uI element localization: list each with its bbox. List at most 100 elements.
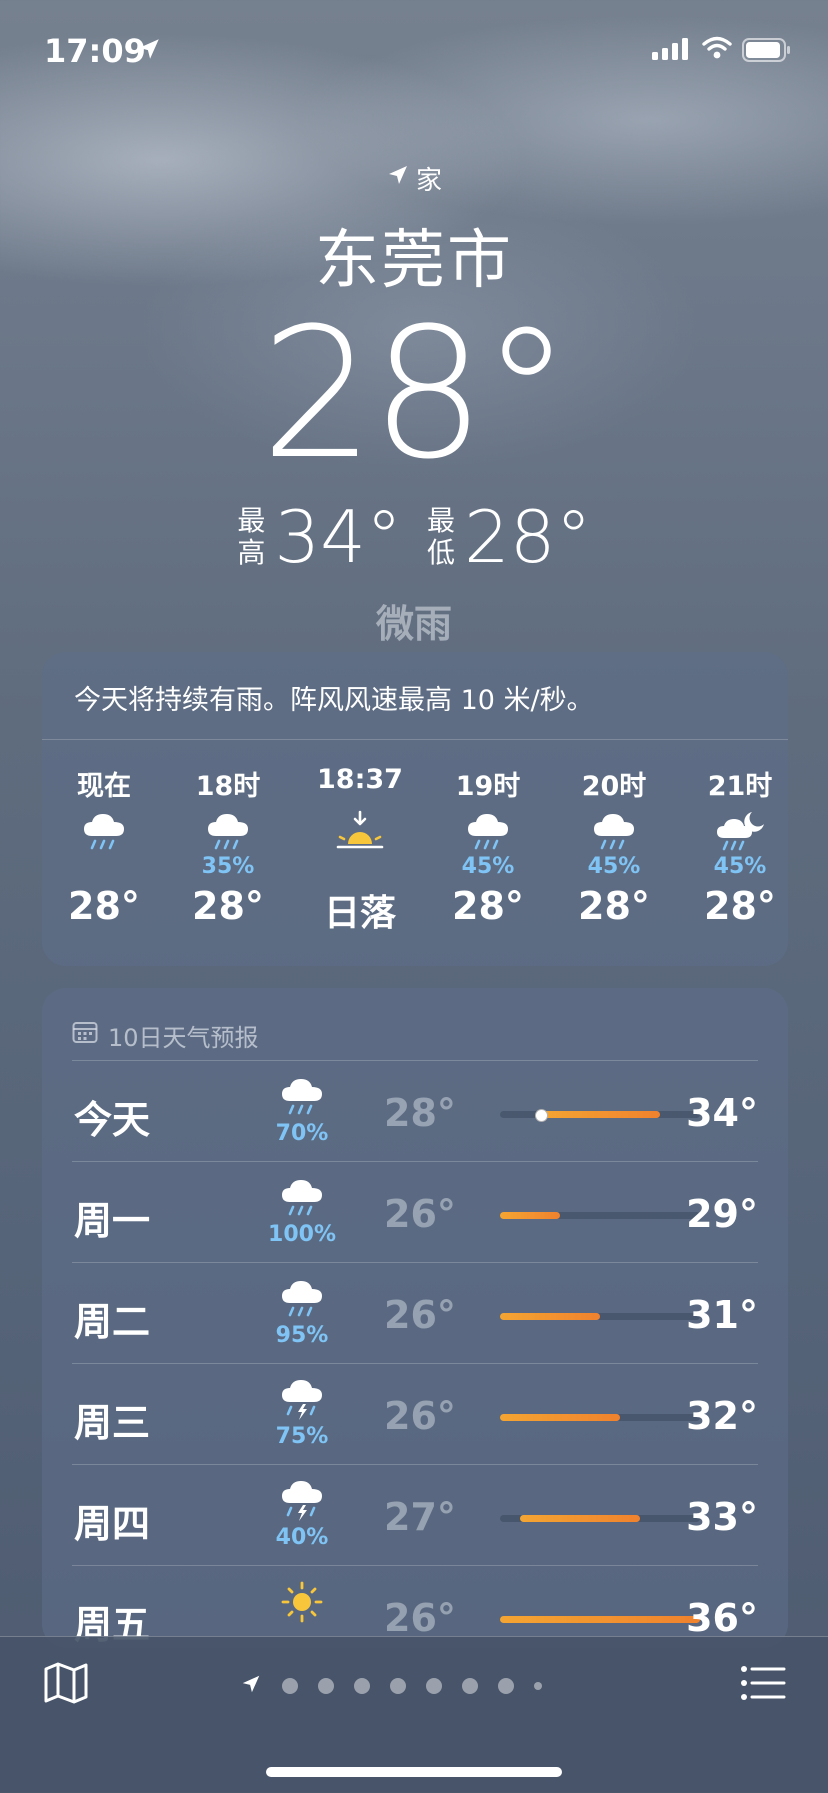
- day-high: 32°: [686, 1394, 758, 1438]
- forecast-day-row[interactable]: 周一 100% 26° 29°: [72, 1162, 758, 1263]
- low-temperature: 28°: [464, 495, 592, 579]
- day-weather: 95%: [262, 1277, 342, 1348]
- day-low: 27°: [384, 1495, 456, 1539]
- bottom-toolbar: [0, 1636, 828, 1793]
- home-indicator[interactable]: [266, 1767, 562, 1777]
- cloud-rain-icon: [173, 810, 283, 854]
- temperature-range-fill: [500, 1313, 600, 1320]
- temperature-range-bar: [500, 1515, 700, 1522]
- day-weather: 70%: [262, 1075, 342, 1146]
- page-dot[interactable]: [426, 1678, 442, 1694]
- ten-day-forecast-card[interactable]: 10日天气预报 今天 70% 28° 34° 周一 100% 26° 29° 周…: [42, 988, 788, 1648]
- day-high: 29°: [686, 1192, 758, 1236]
- day-high: 33°: [686, 1495, 758, 1539]
- hourly-scroller[interactable]: 现在 28° 18时 35% 28° 18:37 日落 19时 45% 28° …: [42, 740, 788, 940]
- sunset-icon: [305, 810, 415, 854]
- sun-icon: [262, 1580, 342, 1628]
- cloud-bolt-rain-icon: [262, 1479, 342, 1527]
- day-precip: 75%: [275, 1424, 329, 1449]
- day-weather: 100%: [262, 1176, 342, 1247]
- cloud-rain-icon: [433, 810, 543, 854]
- hour-precip: [305, 854, 415, 882]
- hour-precip: 35%: [201, 854, 255, 879]
- hour-item: 21时 45% 28°: [685, 764, 795, 928]
- cloud-rain-icon: [262, 1277, 342, 1325]
- temperature-range-fill: [500, 1616, 700, 1623]
- hour-item: 20时 45% 28°: [559, 764, 669, 928]
- hour-precip: 45%: [713, 854, 767, 879]
- current-temp-marker: [535, 1109, 548, 1122]
- temperature-range-bar: [500, 1109, 700, 1122]
- day-name: 周一: [74, 1199, 151, 1243]
- calendar-icon: [72, 1020, 98, 1050]
- page-dot[interactable]: [282, 1678, 298, 1694]
- hour-item: 18时 35% 28°: [173, 764, 283, 928]
- page-dot[interactable]: [390, 1678, 406, 1694]
- hour-time: 21时: [707, 771, 773, 802]
- hour-item: 19时 45% 28°: [433, 764, 543, 928]
- page-dot[interactable]: [462, 1678, 478, 1694]
- page-dot[interactable]: [318, 1678, 334, 1694]
- map-icon[interactable]: [42, 1659, 90, 1711]
- cloud-bolt-rain-icon: [262, 1378, 342, 1426]
- city-name: 东莞市: [315, 224, 513, 298]
- day-precip: 95%: [275, 1323, 329, 1348]
- cloud-rain-icon: [262, 1075, 342, 1123]
- page-indicator[interactable]: [240, 1673, 542, 1699]
- page-dot[interactable]: [498, 1678, 514, 1694]
- day-weather: 40%: [262, 1479, 342, 1550]
- forecast-summary: 今天将持续有雨。阵风风速最高 10 米/秒。: [42, 652, 788, 740]
- day-low: 26°: [384, 1293, 456, 1337]
- ten-day-title: 10日天气预报: [108, 1023, 259, 1052]
- hour-value: 28°: [452, 884, 524, 928]
- high-temperature: 34°: [274, 495, 402, 579]
- day-precip: 70%: [275, 1121, 329, 1146]
- hour-item: 现在 28°: [49, 764, 159, 928]
- status-bar: 17:09: [0, 28, 828, 72]
- day-precip: 100%: [268, 1222, 336, 1247]
- location-services-icon: [136, 36, 162, 66]
- forecast-day-row[interactable]: 周三 75% 26° 32°: [72, 1364, 758, 1465]
- forecast-day-row[interactable]: 周四 40% 27° 33°: [72, 1465, 758, 1566]
- hour-time: 20时: [581, 771, 647, 802]
- ten-day-header: 10日天气预报: [72, 988, 758, 1061]
- hour-item: 18:37 日落: [305, 764, 415, 936]
- hour-value: 日落: [323, 893, 396, 934]
- ten-day-list: 今天 70% 28° 34° 周一 100% 26° 29° 周二 95% 26…: [42, 1061, 788, 1648]
- day-name: 周四: [74, 1502, 151, 1546]
- hour-precip: [49, 854, 159, 882]
- status-time: 17:09: [44, 32, 146, 70]
- forecast-day-row[interactable]: 周二 95% 26° 31°: [72, 1263, 758, 1364]
- temperature-range-bar: [500, 1212, 700, 1219]
- day-low: 26°: [384, 1596, 456, 1640]
- hour-value: 28°: [68, 884, 140, 928]
- list-icon[interactable]: [740, 1663, 786, 1707]
- current-location-page-icon[interactable]: [240, 1673, 262, 1699]
- day-high: 31°: [686, 1293, 758, 1337]
- location-label: 家: [0, 160, 828, 197]
- page-dot[interactable]: [534, 1682, 542, 1690]
- temperature-range-bar: [500, 1414, 700, 1421]
- temperature-range-bar: [500, 1616, 700, 1623]
- page-dot[interactable]: [354, 1678, 370, 1694]
- day-high: 34°: [686, 1091, 758, 1135]
- day-precip: 40%: [275, 1525, 329, 1550]
- hour-value: 28°: [192, 884, 264, 928]
- hour-time: 18:37: [317, 764, 403, 795]
- hour-time: 19时: [455, 771, 521, 802]
- temperature-range-fill: [500, 1414, 620, 1421]
- location-arrow-icon: [386, 163, 410, 194]
- hour-value: 28°: [578, 884, 650, 928]
- hourly-forecast-card[interactable]: 今天将持续有雨。阵风风速最高 10 米/秒。 现在 28° 18时 35% 28…: [42, 652, 788, 966]
- day-low: 26°: [384, 1394, 456, 1438]
- day-weather: [262, 1580, 342, 1626]
- temperature-range-fill: [540, 1111, 660, 1118]
- cloud-rain-icon: [49, 810, 159, 854]
- battery-icon: [742, 38, 792, 66]
- low-label: 最低: [426, 504, 455, 569]
- high-label: 最高: [237, 504, 266, 569]
- temperature-range-bar: [500, 1313, 700, 1320]
- forecast-day-row[interactable]: 今天 70% 28° 34°: [72, 1061, 758, 1162]
- hour-precip: 45%: [461, 854, 515, 879]
- day-high: 36°: [686, 1596, 758, 1640]
